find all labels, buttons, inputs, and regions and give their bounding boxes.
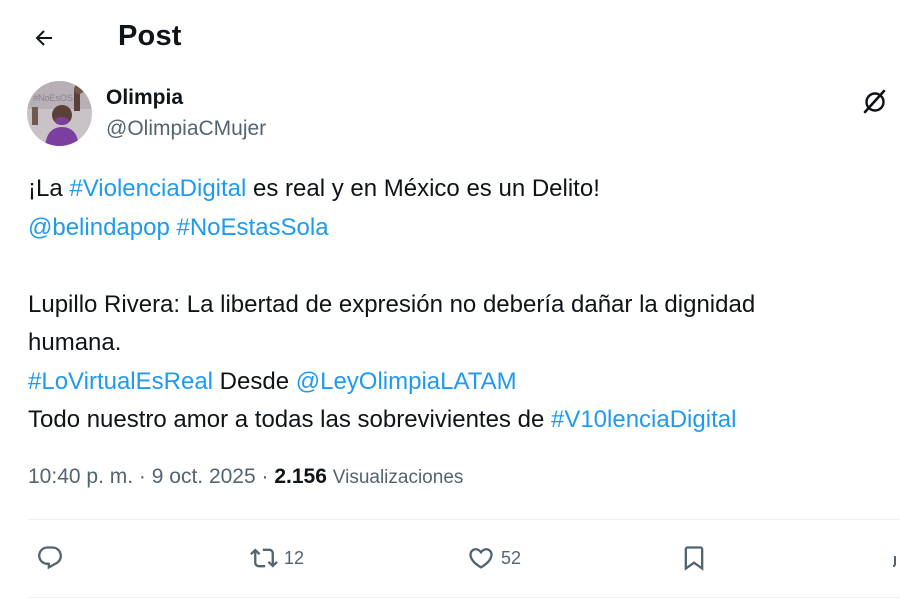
tweet-line: @belindapop #NoEstasSola — [28, 209, 888, 248]
tweet-line: humana. — [28, 324, 888, 363]
hashtag-link[interactable]: #V10lenciaDigital — [551, 406, 736, 433]
separator-dot: · — [138, 465, 146, 488]
tweet-text-segment: Desde — [213, 367, 296, 395]
avatar-overlay-text: #NoEsOS — [33, 93, 73, 103]
separator-dot: · — [261, 465, 269, 488]
heart-icon — [469, 548, 493, 569]
tweet-text-segment: es real y en México es un Delito! — [246, 175, 600, 202]
hashtag-link[interactable]: #NoEstasSola — [176, 214, 328, 241]
bookmark-icon — [684, 546, 704, 571]
share-button[interactable] — [892, 538, 900, 578]
like-button[interactable]: 52 — [467, 538, 521, 578]
avatar-image: #NoEsOS — [27, 81, 92, 146]
tweet-text-segment: Todo nuestro amor a todas las sobrevivie… — [28, 406, 551, 433]
page-title: Post — [118, 20, 182, 52]
views-count: 2.156 — [274, 465, 327, 488]
back-button[interactable] — [26, 20, 62, 56]
avatar[interactable]: #NoEsOS — [27, 81, 92, 146]
divider — [27, 519, 900, 520]
hashtag-link[interactable]: #LoVirtualEsReal — [28, 368, 213, 395]
retweet-count: 12 — [284, 547, 305, 568]
tweet-line: Lupillo Rivera: La libertad de expresión… — [28, 286, 888, 325]
author-name[interactable]: Olimpia — [106, 86, 183, 110]
bookmark-button[interactable] — [680, 538, 708, 578]
tweet-date[interactable]: 9 oct. 2025 — [152, 465, 256, 488]
tweet-meta: 10:40 p. m. · 9 oct. 2025 · 2.156 Visual… — [28, 465, 463, 489]
grok-icon — [863, 89, 886, 114]
arrow-left-icon — [35, 30, 52, 46]
tweet-text-segment: ¡La — [28, 175, 70, 202]
tweet-text: ¡La #ViolenciaDigital es real y en Méxic… — [28, 170, 888, 440]
tweet-text-segment: humana. — [28, 329, 122, 356]
retweet-icon — [250, 548, 278, 568]
like-count: 52 — [501, 547, 522, 568]
share-icon — [892, 556, 896, 567]
author-handle[interactable]: @OlimpiaCMujer — [106, 117, 266, 141]
views-label: Visualizaciones — [332, 467, 464, 488]
divider — [27, 597, 900, 598]
tweet-line: Todo nuestro amor a todas las sobrevivie… — [28, 401, 888, 440]
hashtag-link[interactable]: #ViolenciaDigital — [69, 175, 246, 202]
mention-link[interactable]: @LeyOlimpiaLATAM — [296, 368, 517, 395]
tweet-line: ¡La #ViolenciaDigital es real y en Méxic… — [28, 170, 888, 209]
tweet-text-segment: Lupillo Rivera: La libertad de expresión… — [28, 290, 756, 318]
reply-button[interactable] — [36, 538, 70, 578]
page-header: Post — [0, 0, 900, 75]
mention-link[interactable]: @belindapop — [28, 214, 170, 241]
tweet-line: #LoVirtualEsReal Desde @LeyOlimpiaLATAM — [28, 363, 888, 402]
retweet-button[interactable]: 12 — [250, 538, 304, 578]
tweet-time[interactable]: 10:40 p. m. — [28, 465, 133, 488]
grok-button[interactable] — [858, 84, 892, 118]
reply-icon — [38, 546, 62, 570]
